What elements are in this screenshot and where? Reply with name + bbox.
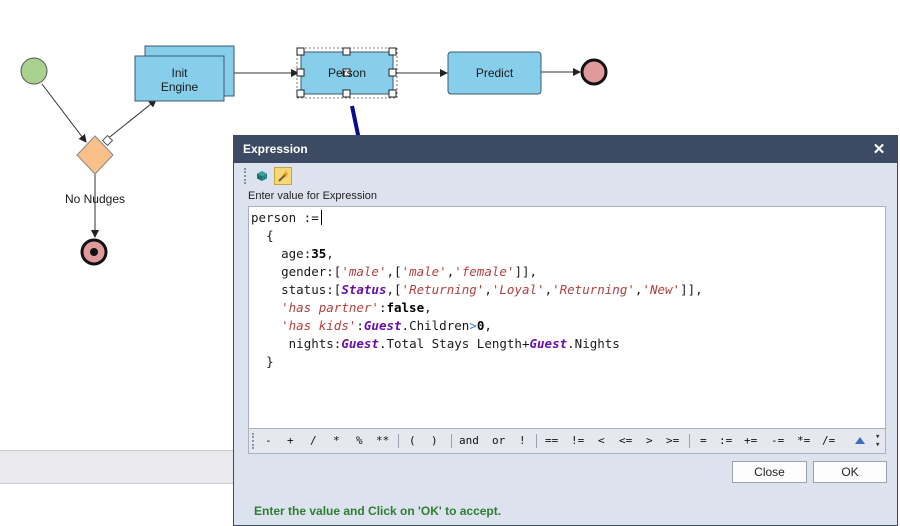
op-equal-button[interactable]: == [545, 434, 558, 447]
scroll-up-icon[interactable] [855, 437, 865, 444]
toolbar-grip[interactable] [244, 168, 250, 184]
flow-gateway-to-init[interactable] [105, 99, 157, 141]
canvas-scroll-area [0, 450, 235, 484]
op-multiply-button[interactable]: * [333, 434, 340, 447]
ok-button[interactable]: OK [813, 461, 887, 483]
op-greater-button[interactable]: > [646, 434, 653, 447]
dialog-toolbar [244, 165, 292, 187]
status-message: Enter the value and Click on 'OK' to acc… [254, 504, 502, 518]
op-close-paren-button[interactable]: ) [431, 434, 438, 447]
op-less-equal-button[interactable]: <= [619, 434, 632, 447]
expression-code[interactable]: person := { age:35, gender:['male',['mal… [251, 209, 703, 371]
op-greater-equal-button[interactable]: >= [666, 434, 679, 447]
text-cursor [320, 210, 323, 225]
start-event[interactable] [20, 57, 48, 85]
op-separator [451, 434, 452, 448]
dialog-title-bar[interactable]: Expression ✕ [234, 136, 897, 163]
close-button[interactable]: Close [732, 461, 807, 483]
op-define-button[interactable]: := [719, 434, 732, 447]
op-div-assign-button[interactable]: /= [822, 434, 835, 447]
expression-editor[interactable]: person := { age:35, gender:['male',['mal… [248, 206, 886, 428]
op-less-button[interactable]: < [598, 434, 605, 447]
no-nudges-label: No Nudges [64, 192, 126, 206]
init-engine-label: Init Engine [160, 66, 199, 94]
predict-label: Predict [475, 66, 514, 80]
cube-icon[interactable] [253, 167, 271, 185]
gateway-no-nudges[interactable] [76, 134, 114, 175]
operator-toolbar-grip[interactable] [252, 433, 254, 449]
op-separator [689, 434, 690, 448]
close-icon[interactable]: ✕ [871, 136, 887, 163]
op-open-paren-button[interactable]: ( [409, 434, 416, 447]
op-assign-button[interactable]: = [700, 434, 707, 447]
op-sub-assign-button[interactable]: -= [771, 434, 784, 447]
overflow-icon[interactable]: ▾ ▾ [875, 433, 883, 450]
op-not-equal-button[interactable]: != [571, 434, 584, 447]
op-power-button[interactable]: ** [376, 434, 389, 447]
op-or-button[interactable]: or [492, 434, 505, 447]
end-event-no-nudges[interactable] [80, 238, 108, 266]
op-divide-button[interactable]: / [310, 434, 317, 447]
op-separator [536, 434, 537, 448]
wand-icon[interactable] [274, 167, 292, 185]
dialog-title: Expression [243, 142, 308, 156]
expression-dialog: Expression ✕ Enter value for Expression … [233, 135, 898, 526]
prompt-label: Enter value for Expression [248, 190, 378, 202]
op-separator [398, 434, 399, 448]
op-mul-assign-button[interactable]: *= [797, 434, 810, 447]
end-event[interactable] [580, 58, 608, 86]
op-not-button[interactable]: ! [519, 434, 526, 447]
op-and-button[interactable]: and [459, 434, 479, 447]
op-modulo-button[interactable]: % [356, 434, 363, 447]
op-add-assign-button[interactable]: += [744, 434, 757, 447]
flow-start-to-gateway[interactable] [41, 83, 87, 143]
person-label: Person [327, 66, 367, 80]
op-plus-button[interactable]: + [287, 434, 294, 447]
operator-toolbar: - + / * % ** ( ) and or ! == != < <= > >… [248, 428, 886, 454]
op-minus-button[interactable]: - [265, 434, 272, 447]
